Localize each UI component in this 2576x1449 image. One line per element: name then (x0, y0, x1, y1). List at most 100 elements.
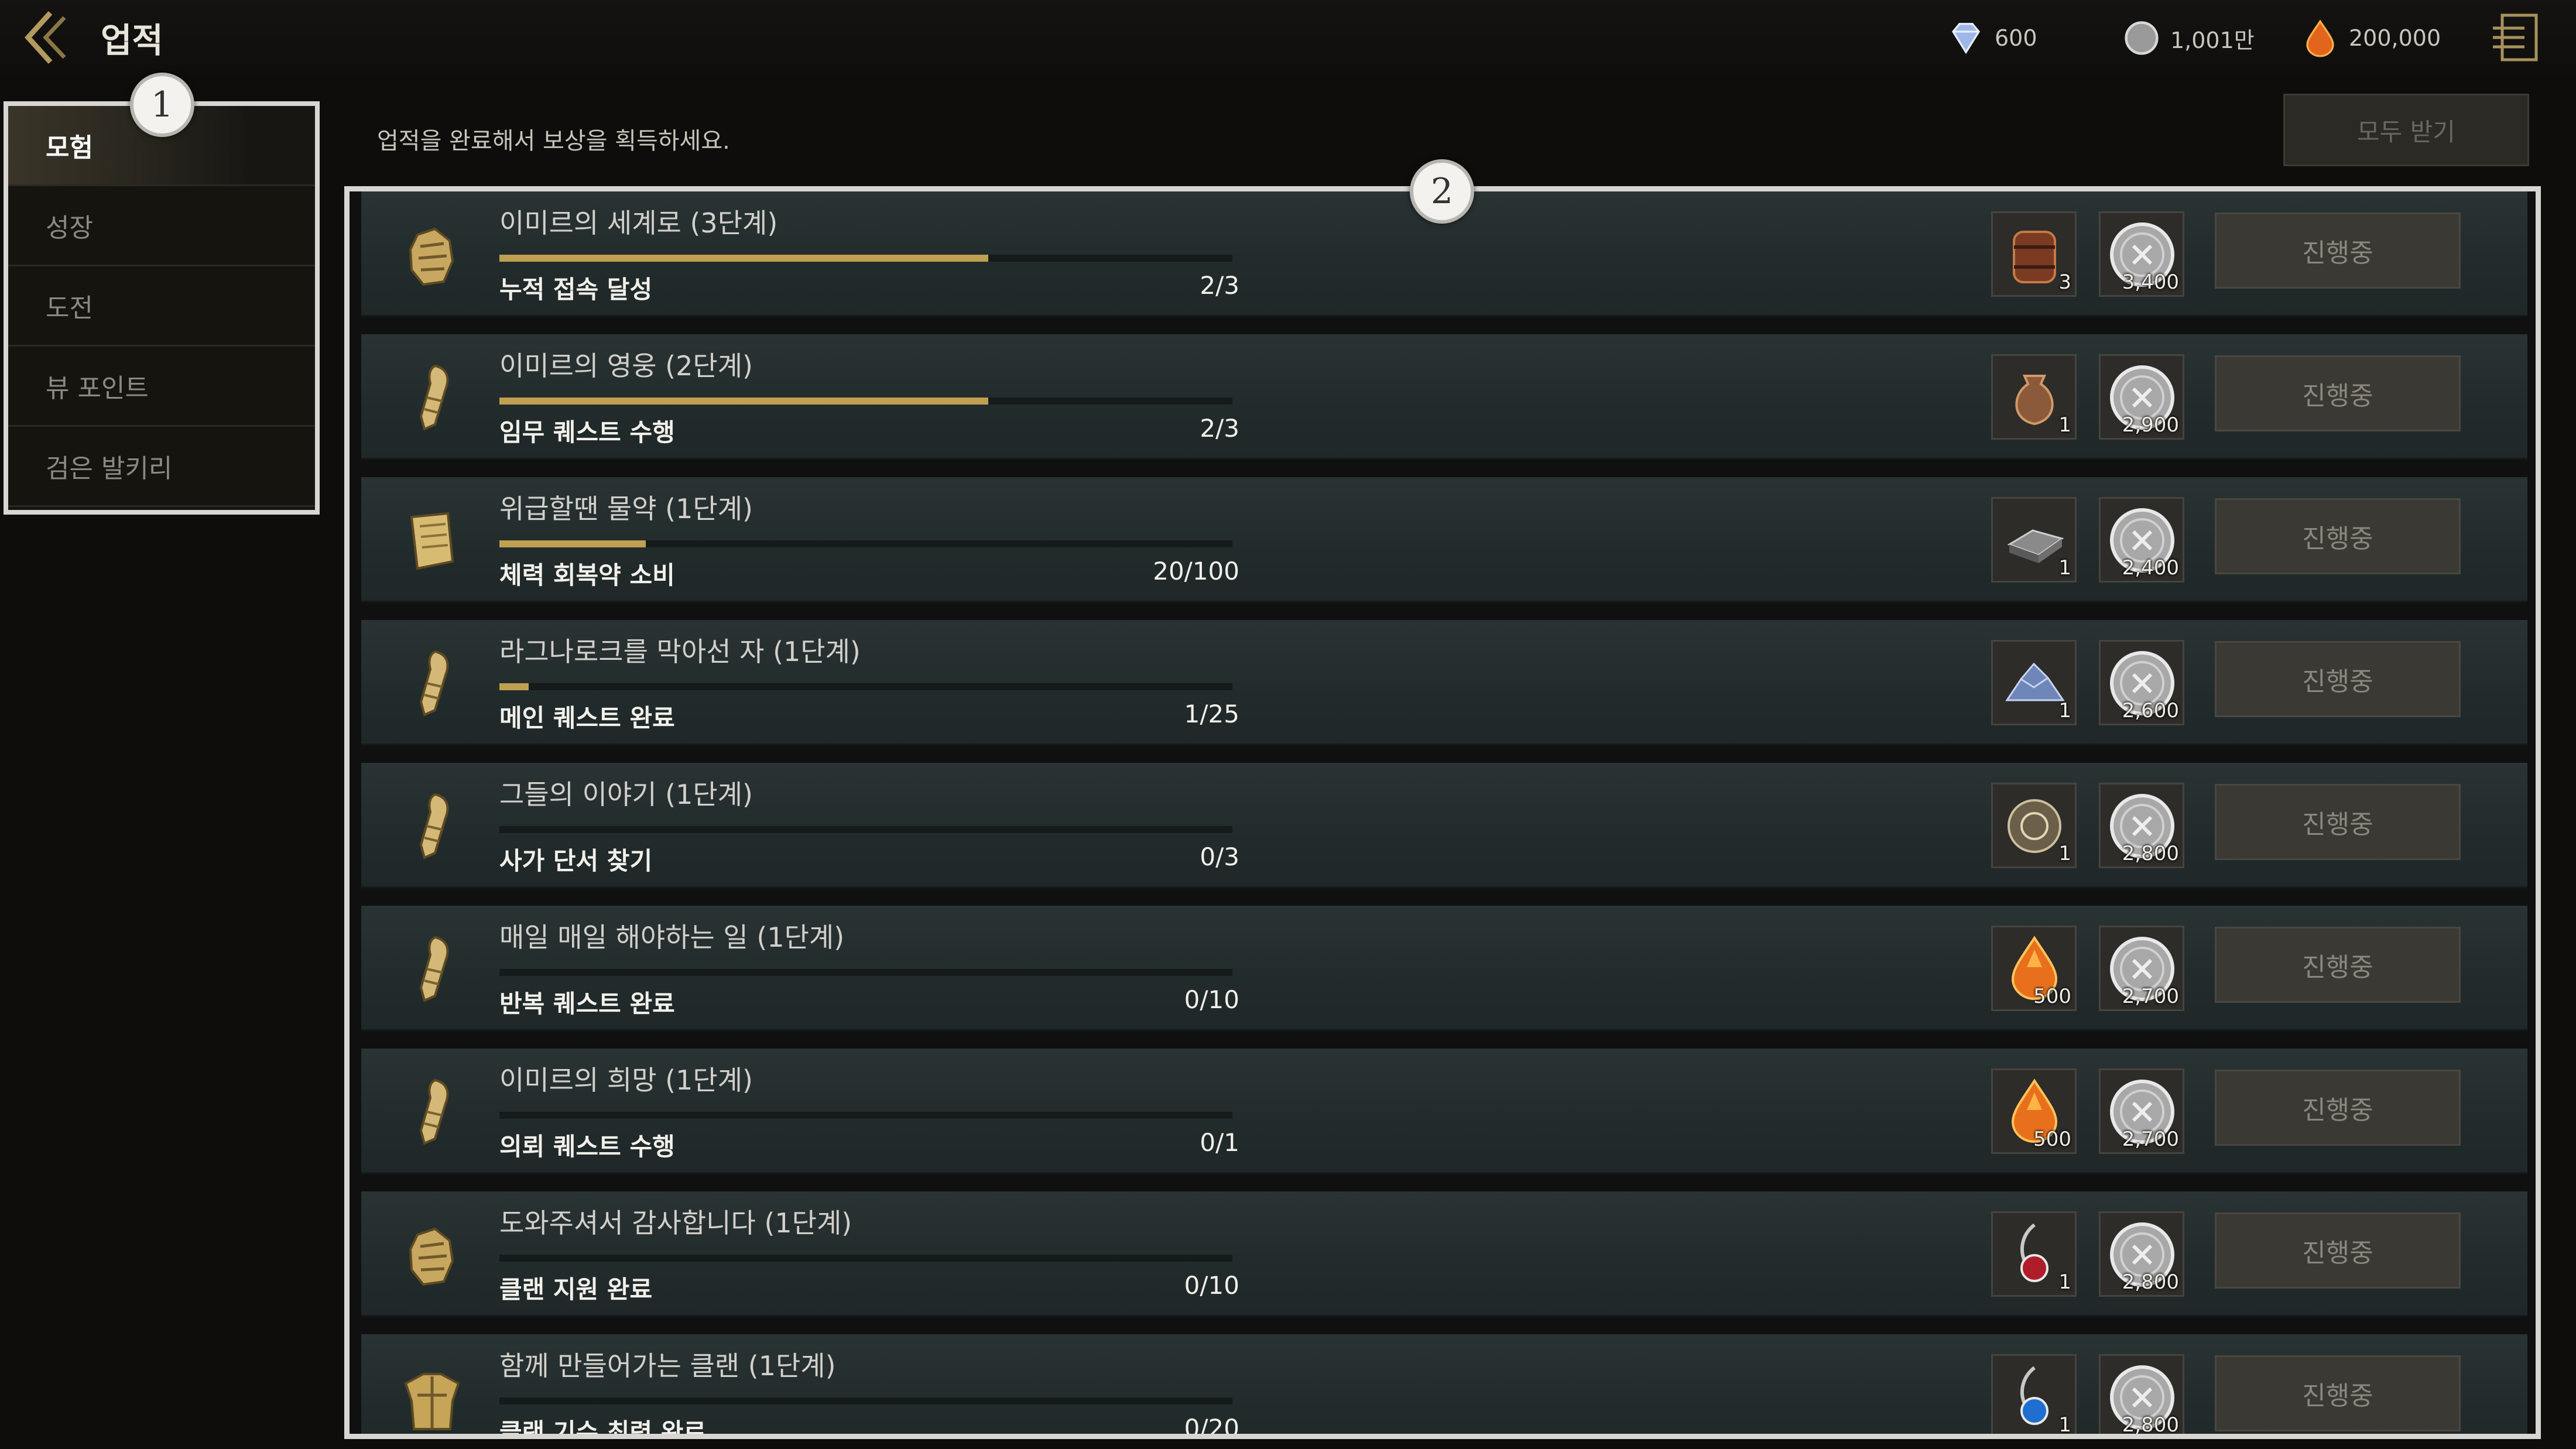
back-icon[interactable] (20, 9, 73, 66)
diamond-icon (1951, 23, 1981, 54)
reward-item[interactable]: 2,900 (2099, 354, 2184, 440)
progress-bar (499, 1112, 1232, 1119)
reward-item[interactable]: 500 (1991, 1068, 2077, 1154)
achievement-count: 20/100 (1153, 557, 1239, 585)
amber-gem-icon (2306, 19, 2334, 57)
currency-silver: 1,001만 (2122, 19, 2255, 57)
achievement-title: 이미르의 희망 (1단계) (499, 1064, 753, 1096)
reward-item[interactable]: 1 (1991, 640, 2077, 725)
sidebar-item-challenge[interactable]: 도전 (8, 266, 315, 347)
in-progress-button[interactable]: 진행중 (2215, 355, 2461, 431)
diamond-amount: 600 (1995, 25, 2037, 51)
sidebar-item-viewpoint[interactable]: 뷰 포인트 (8, 347, 315, 427)
scroll-icon (394, 1074, 470, 1150)
scroll-icon (394, 646, 470, 722)
reward-qty: 2,700 (2122, 1128, 2179, 1151)
progress-bar (499, 1255, 1232, 1262)
currency-amber: 200,000 (2301, 19, 2441, 57)
reward-item[interactable]: 2,700 (2099, 926, 2184, 1011)
achievement-title: 함께 만들어가는 클랜 (1단계) (499, 1350, 836, 1382)
achievement-title: 위급할땐 물약 (1단계) (499, 493, 753, 525)
reward-item[interactable]: 1 (1991, 1211, 2077, 1297)
achievement-desc: 임무 퀘스트 수행 (499, 418, 675, 447)
amber-amount: 200,000 (2349, 25, 2441, 51)
achievement-title: 매일 매일 해야하는 일 (1단계) (499, 922, 845, 953)
in-progress-button[interactable]: 진행중 (2215, 1070, 2461, 1146)
progress-bar (499, 398, 1232, 405)
achievement-row: 도와주셔서 감사합니다 (1단계) 클랜 지원 완료 0/10 1 2,800 … (361, 1191, 2527, 1317)
reward-qty: 2,900 (2122, 413, 2179, 437)
progress-bar-fill (499, 398, 989, 405)
achievement-title: 그들의 이야기 (1단계) (499, 779, 753, 810)
progress-bar-fill (499, 540, 646, 547)
reward-item[interactable]: 2,400 (2099, 497, 2184, 583)
reward-qty: 1 (2058, 413, 2071, 437)
reward-item[interactable]: 1 (1991, 497, 2077, 583)
achievement-title: 이미르의 영웅 (2단계) (499, 350, 753, 382)
scroll-icon (394, 360, 470, 436)
reward-item[interactable]: 3 (1991, 211, 2077, 297)
reward-qty: 2,800 (2122, 1413, 2179, 1437)
achievement-row: 함께 만들어가는 클랜 (1단계) 클랜 기수 최력 완료 0/20 1 2,8… (361, 1334, 2527, 1437)
in-progress-button[interactable]: 진행중 (2215, 641, 2461, 717)
receive-all-button[interactable]: 모두 받기 (2283, 94, 2529, 166)
achievement-title: 이미르의 세계로 (3단계) (499, 207, 778, 239)
in-progress-button[interactable]: 진행중 (2215, 213, 2461, 289)
achievement-row: 매일 매일 해야하는 일 (1단계) 반복 퀘스트 완료 0/10 500 2,… (361, 906, 2527, 1031)
reward-item[interactable]: 3,400 (2099, 211, 2184, 297)
in-progress-button[interactable]: 진행중 (2215, 784, 2461, 860)
progress-bar-fill (499, 255, 989, 262)
achievement-title: 도와주셔서 감사합니다 (1단계) (499, 1207, 852, 1239)
reward-qty: 3,400 (2122, 270, 2179, 294)
sidebar-item-growth[interactable]: 성장 (8, 186, 315, 266)
reward-qty: 500 (2033, 985, 2071, 1008)
achievement-count: 0/1 (1200, 1128, 1239, 1157)
in-progress-button[interactable]: 진행중 (2215, 1355, 2461, 1431)
reward-qty: 1 (2058, 556, 2071, 580)
progress-bar (499, 540, 1232, 547)
reward-item[interactable]: 1 (1991, 354, 2077, 440)
callout-badge-1: 1 (130, 73, 194, 137)
achievement-list: 이미르의 세계로 (3단계) 누적 접속 달성 2/3 3 3,400 진행중 … (344, 186, 2541, 1439)
instruction-text: 업적을 완료해서 보상을 획득하세요. (377, 128, 730, 155)
reward-qty: 2,600 (2122, 699, 2179, 722)
book-icon (394, 503, 470, 579)
in-progress-button[interactable]: 진행중 (2215, 927, 2461, 1003)
achievement-desc: 의뢰 퀘스트 수행 (499, 1132, 675, 1161)
menu-icon[interactable] (2489, 11, 2540, 63)
progress-bar (499, 255, 1232, 262)
reward-qty: 2,400 (2122, 556, 2179, 580)
reward-item[interactable]: 1 (1991, 1354, 2077, 1434)
achievement-count: 1/25 (1184, 700, 1239, 728)
in-progress-button[interactable]: 진행중 (2215, 1212, 2461, 1289)
reward-qty: 2,800 (2122, 1270, 2179, 1294)
silver-coin-icon (2125, 21, 2159, 55)
sidebar-item-black-valkyrie[interactable]: 검은 발키리 (8, 427, 315, 507)
in-progress-button[interactable]: 진행중 (2215, 498, 2461, 574)
armor-icon (394, 1360, 470, 1436)
achievement-desc: 반복 퀘스트 완료 (499, 989, 675, 1018)
achievement-count: 0/3 (1200, 842, 1239, 871)
progress-bar-fill (499, 683, 529, 690)
reward-qty: 3 (2058, 270, 2071, 294)
currency-diamond: 600 (1947, 19, 2037, 57)
achievement-count: 2/3 (1200, 271, 1239, 300)
reward-item[interactable]: 500 (1991, 926, 2077, 1011)
reward-item[interactable]: 2,800 (2099, 783, 2184, 868)
progress-bar (499, 969, 1232, 976)
achievement-desc: 누적 접속 달성 (499, 275, 653, 304)
reward-item[interactable]: 2,800 (2099, 1211, 2184, 1297)
reward-item[interactable]: 2,700 (2099, 1068, 2184, 1154)
achievement-row: 이미르의 희망 (1단계) 의뢰 퀘스트 수행 0/1 500 2,700 진행… (361, 1049, 2527, 1174)
progress-bar (499, 683, 1232, 690)
reward-item[interactable]: 2,600 (2099, 640, 2184, 725)
reward-qty: 2,700 (2122, 985, 2179, 1008)
reward-item[interactable]: 2,800 (2099, 1354, 2184, 1437)
achievement-count: 0/10 (1184, 985, 1239, 1014)
gauntlet-icon (394, 1217, 470, 1293)
scroll-icon (394, 789, 470, 865)
category-sidebar: 모험 성장 도전 뷰 포인트 검은 발키리 (4, 101, 320, 515)
reward-item[interactable]: 1 (1991, 783, 2077, 868)
achievement-count: 0/10 (1184, 1271, 1239, 1300)
page-title: 업적 (101, 20, 163, 60)
